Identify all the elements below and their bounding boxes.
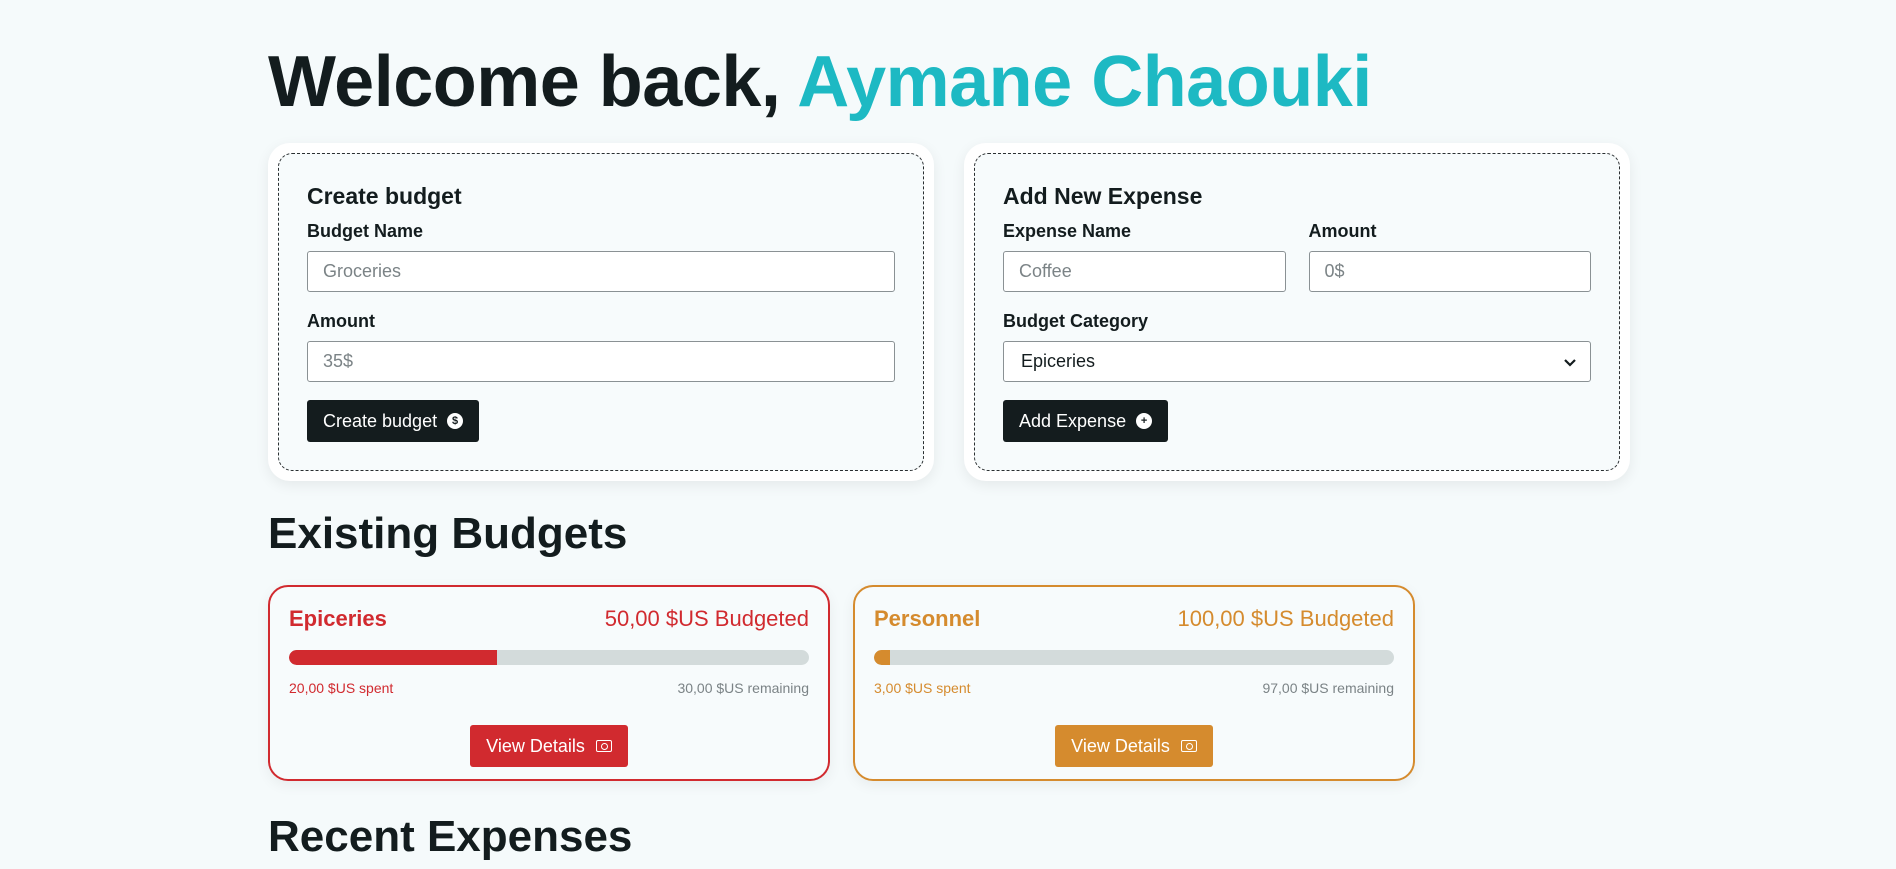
budget-name: Personnel <box>874 606 981 631</box>
expense-name-label: Expense Name <box>1003 221 1132 241</box>
dollar-circle-icon: $ <box>447 413 464 429</box>
budget-amount: 50,00 $US Budgeted <box>604 606 809 631</box>
budget-category-label: Budget Category <box>1003 311 1149 331</box>
budget-amount: 100,00 $US Budgeted <box>1177 606 1394 631</box>
budget-header: Personnel 100,00 $US Budgeted <box>874 605 1394 633</box>
plus-circle-icon: + <box>1136 413 1153 429</box>
create-budget-card: Create budget Budget Name Amount Create … <box>268 143 934 481</box>
money-bill-icon <box>1180 740 1197 752</box>
budget-category-value: Epiceries <box>1021 351 1096 371</box>
budget-progress-fill <box>874 650 890 665</box>
budget-progress-bar <box>874 650 1394 665</box>
budget-remaining: 97,00 $US remaining <box>1262 680 1394 696</box>
budget-summary: 20,00 $US spent 30,00 $US remaining <box>289 679 809 697</box>
create-budget-button[interactable]: Create budget $ <box>307 400 480 442</box>
budget-spent: 3,00 $US spent <box>874 680 971 696</box>
add-expense-button[interactable]: Add Expense + <box>1003 400 1169 442</box>
budget-summary: 3,00 $US spent 97,00 $US remaining <box>874 679 1394 697</box>
view-details-label: View Details <box>1071 735 1170 756</box>
add-expense-form: Add New Expense Expense Name Amount Budg… <box>974 153 1620 471</box>
create-budget-form: Create budget Budget Name Amount Create … <box>278 153 924 471</box>
money-bill-icon <box>595 740 612 752</box>
budget-category-select[interactable]: Epiceries <box>1003 341 1591 382</box>
welcome-prefix: Welcome back, <box>268 42 798 122</box>
budget-header: Epiceries 50,00 $US Budgeted <box>289 605 809 633</box>
budget-name-input[interactable] <box>307 251 895 292</box>
expense-amount-input[interactable] <box>1308 251 1591 292</box>
add-expense-card: Add New Expense Expense Name Amount Budg… <box>964 143 1630 481</box>
add-expense-button-label: Add Expense <box>1019 410 1127 431</box>
view-details-button[interactable]: View Details <box>470 725 628 767</box>
add-expense-title: Add New Expense <box>1003 183 1203 209</box>
budget-card-epiceries: Epiceries 50,00 $US Budgeted 20,00 $US s… <box>268 585 830 781</box>
budget-card-personnel: Personnel 100,00 $US Budgeted 3,00 $US s… <box>853 585 1415 781</box>
budget-amount-input[interactable] <box>307 341 895 382</box>
view-details-label: View Details <box>486 735 585 756</box>
create-budget-title: Create budget <box>307 183 462 209</box>
create-budget-button-label: Create budget <box>323 410 438 431</box>
budget-spent: 20,00 $US spent <box>289 680 394 696</box>
budget-progress-fill <box>289 650 497 665</box>
budget-progress-bar <box>289 650 809 665</box>
budget-amount-label: Amount <box>307 311 375 331</box>
recent-expenses-title: Recent Expenses <box>268 812 633 861</box>
user-name: Aymane Chaouki <box>797 42 1372 122</box>
budget-name-label: Budget Name <box>307 221 424 241</box>
chevron-down-icon <box>1564 354 1576 370</box>
expense-name-input[interactable] <box>1003 251 1286 292</box>
budget-remaining: 30,00 $US remaining <box>677 680 809 696</box>
expense-name-amount-row: Expense Name Amount <box>1003 220 1591 292</box>
existing-budgets-title: Existing Budgets <box>268 509 628 558</box>
expense-amount-label: Amount <box>1308 221 1377 241</box>
view-details-button[interactable]: View Details <box>1055 725 1213 767</box>
dashboard-page: Welcome back, Aymane Chaouki Create budg… <box>0 0 1896 869</box>
budget-name: Epiceries <box>289 606 387 631</box>
welcome-heading: Welcome back, Aymane Chaouki <box>268 42 1372 122</box>
